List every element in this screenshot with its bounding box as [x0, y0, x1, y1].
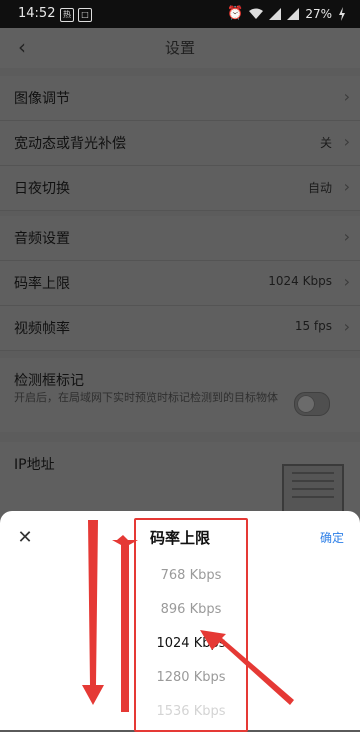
- setting-wdr[interactable]: 宽动态或背光补偿 关 ›: [0, 121, 360, 166]
- settings-group-stream: 音频设置 › 码率上限 1024 Kbps › 视频帧率 15 fps ›: [0, 216, 360, 351]
- setting-value: 自动: [307, 181, 332, 195]
- setting-audio[interactable]: 音频设置 ›: [0, 216, 360, 261]
- picker-option[interactable]: 1536 Kbps: [136, 704, 246, 719]
- setting-label: 日夜切换: [14, 181, 70, 197]
- chevron-right-icon: ›: [343, 132, 350, 151]
- chevron-right-icon: ›: [343, 87, 350, 106]
- settings-group-image: 图像调节 › 宽动态或背光补偿 关 › 日夜切换 自动 ›: [0, 76, 360, 211]
- setting-label: 宽动态或背光补偿: [14, 136, 126, 152]
- setting-label: 音频设置: [14, 231, 70, 247]
- picker-option-selected[interactable]: 1024 Kbps: [136, 636, 246, 651]
- setting-day-night[interactable]: 日夜切换 自动 ›: [0, 166, 360, 211]
- chevron-right-icon: ›: [343, 317, 350, 336]
- card-line: [292, 496, 334, 498]
- page-title: 设置: [164, 39, 195, 57]
- setting-detect-box: 检测框标记 开启后，在局域网下实时预览时标记检测到的目标物体: [0, 358, 360, 432]
- hot-badge-icon: 热: [60, 8, 74, 22]
- setting-value: 15 fps: [294, 319, 332, 333]
- status-bar: 14:52 热 □ ⏰ 27%: [0, 0, 360, 28]
- picker-option[interactable]: 768 Kbps: [136, 568, 246, 583]
- chevron-right-icon: ›: [343, 272, 350, 291]
- picker-option[interactable]: 1280 Kbps: [136, 670, 246, 685]
- toggle-knob: [297, 395, 315, 413]
- setting-image-adjust[interactable]: 图像调节 ›: [0, 76, 360, 121]
- chevron-right-icon: ›: [343, 177, 350, 196]
- card-line: [292, 480, 334, 482]
- battery-icon: [339, 6, 345, 21]
- setting-label: 图像调节: [14, 91, 70, 107]
- chevron-right-icon: ›: [343, 227, 350, 246]
- setting-frame-rate[interactable]: 视频帧率 15 fps ›: [0, 306, 360, 351]
- app-header: ‹ 设置: [0, 28, 360, 68]
- setting-bitrate-limit[interactable]: 码率上限 1024 Kbps ›: [0, 261, 360, 306]
- setting-value: 1024 Kbps: [268, 274, 332, 288]
- picker-option[interactable]: 896 Kbps: [136, 602, 246, 617]
- wifi-icon: [249, 8, 264, 19]
- card-line: [292, 472, 334, 474]
- battery-percentage: 27%: [305, 6, 332, 21]
- setting-label: 码率上限: [14, 276, 70, 292]
- bitrate-picker[interactable]: 768 Kbps 896 Kbps 1024 Kbps 1280 Kbps 15…: [134, 518, 248, 732]
- setting-value: 关: [319, 136, 332, 150]
- status-time: 14:52: [18, 6, 56, 21]
- signal-icon-2: [287, 7, 300, 20]
- setting-description: 开启后，在局域网下实时预览时标记检测到的目标物体: [14, 391, 278, 404]
- status-right-group: ⏰ 27%: [227, 6, 346, 21]
- sim-icon: □: [78, 8, 92, 22]
- alarm-icon: ⏰: [227, 6, 244, 21]
- setting-label: 检测框标记: [14, 373, 84, 389]
- card-line: [292, 488, 334, 490]
- setting-label: 视频帧率: [14, 321, 70, 337]
- detect-box-toggle[interactable]: [294, 392, 330, 416]
- confirm-button[interactable]: 确定: [320, 529, 344, 546]
- signal-icon: [269, 7, 282, 20]
- setting-label: IP地址: [14, 457, 55, 473]
